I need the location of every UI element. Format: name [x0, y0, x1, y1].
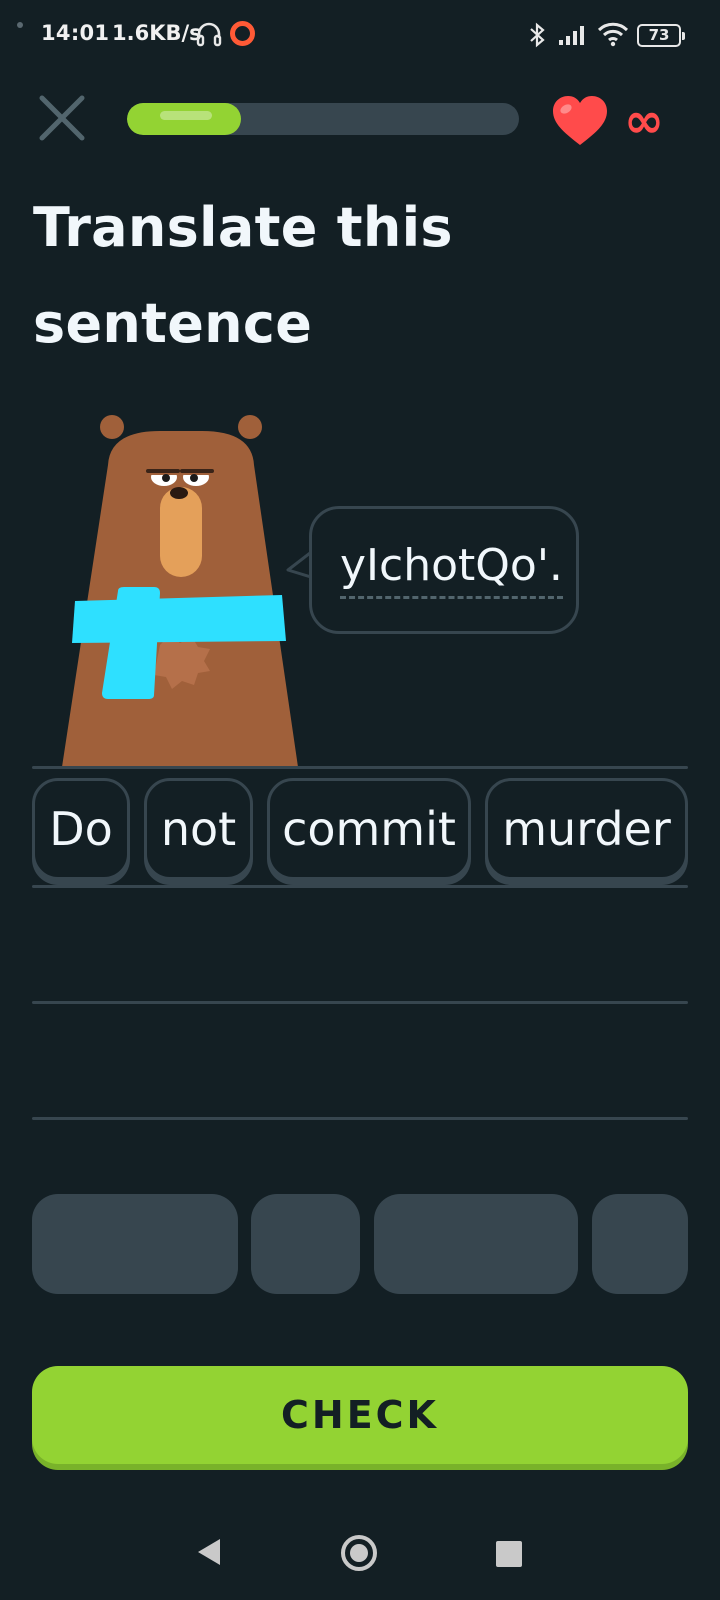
ring-icon	[230, 21, 255, 46]
close-icon[interactable]	[36, 92, 88, 144]
back-icon[interactable]	[196, 1537, 222, 1567]
status-bar: 14:01 1.6KB/s 73	[0, 0, 720, 70]
prompt-sentence[interactable]: yIchotQo'.	[340, 540, 563, 599]
word-bank-slot	[592, 1194, 688, 1294]
answer-word-chip[interactable]: not	[144, 778, 253, 880]
recents-icon[interactable]	[496, 1541, 522, 1567]
bluetooth-icon	[530, 22, 545, 48]
heart-icon[interactable]	[551, 95, 609, 147]
progress-shine	[160, 111, 212, 120]
wifi-icon	[597, 22, 629, 47]
answer-line	[32, 885, 688, 888]
answer-line	[32, 1001, 688, 1004]
answer-line	[32, 766, 688, 769]
headset-icon	[196, 22, 222, 47]
answer-word-chip[interactable]: murder	[485, 778, 688, 880]
network-speed: 1.6KB/s	[112, 21, 202, 45]
word-bank-slot	[32, 1194, 238, 1294]
check-button[interactable]: CHECK	[32, 1366, 688, 1464]
lesson-progress-bar	[127, 103, 519, 135]
answer-line	[32, 1117, 688, 1120]
page-title: Translate this sentence	[33, 196, 453, 355]
status-time: 14:01	[41, 21, 110, 45]
notification-dot	[17, 22, 23, 28]
word-bank-slot	[374, 1194, 578, 1294]
answer-word-chip[interactable]: Do	[32, 778, 130, 880]
answer-word-chip[interactable]: commit	[267, 778, 471, 880]
home-icon[interactable]	[341, 1535, 377, 1571]
battery-level: 73	[648, 26, 670, 44]
hearts-count: ∞	[624, 93, 664, 149]
lesson-progress-fill	[127, 103, 241, 135]
signal-icon	[559, 26, 584, 45]
battery-icon: 73	[637, 24, 685, 47]
bear-character-illustration	[62, 415, 298, 767]
word-bank-slot	[251, 1194, 360, 1294]
